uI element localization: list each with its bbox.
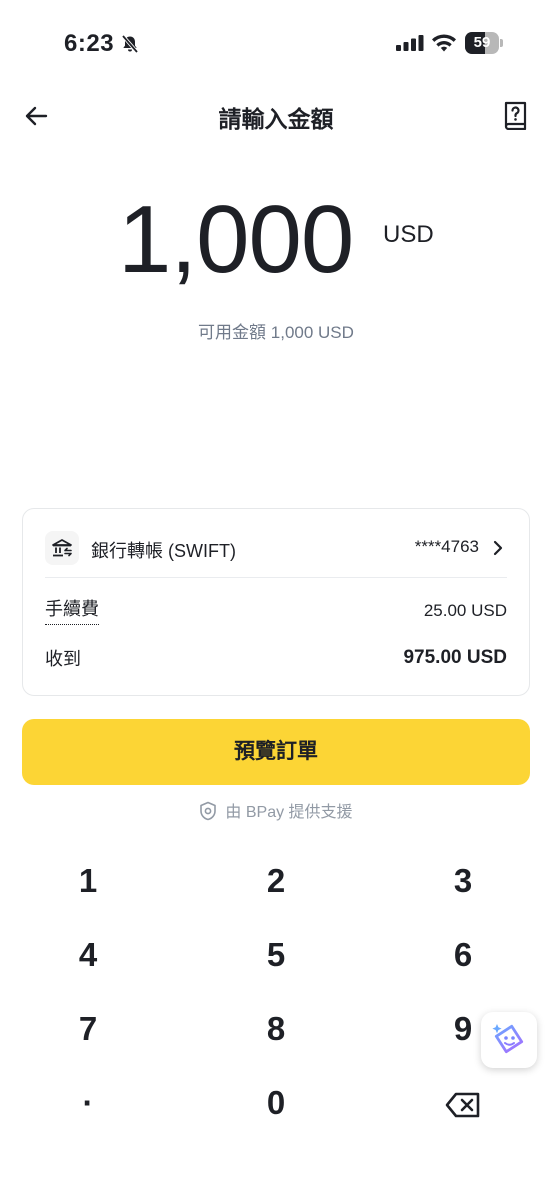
powered-by: 由 BPay 提供支援 bbox=[0, 798, 552, 822]
key-decimal[interactable]: · bbox=[28, 1066, 148, 1140]
bell-off-icon bbox=[121, 34, 139, 54]
bank-icon bbox=[45, 531, 79, 565]
amount-currency: USD bbox=[383, 221, 434, 248]
key-5[interactable]: 5 bbox=[216, 918, 336, 992]
delete-key[interactable] bbox=[403, 1066, 523, 1140]
key-6[interactable]: 6 bbox=[403, 918, 523, 992]
available-balance: 可用金額 1,000 USD bbox=[198, 323, 354, 342]
receive-label: 收到 bbox=[45, 649, 81, 669]
fee-label[interactable]: 手續費 bbox=[45, 595, 99, 625]
ai-assistant-icon bbox=[492, 1024, 524, 1054]
amount-display: 1,000 USD bbox=[0, 190, 552, 300]
divider bbox=[45, 577, 507, 578]
status-time: 6:23 bbox=[64, 30, 115, 57]
preview-order-label: 預覽訂單 bbox=[234, 740, 318, 763]
ai-assistant-button[interactable] bbox=[481, 1012, 537, 1068]
payment-method-label: 銀行轉帳 (SWIFT) bbox=[91, 541, 236, 561]
key-2[interactable]: 2 bbox=[216, 844, 336, 918]
backspace-icon bbox=[445, 1092, 480, 1118]
status-bar: 6:23 59 bbox=[0, 0, 552, 90]
nav-header: 請輸入金額 bbox=[0, 90, 552, 140]
receive-value: 975.00 USD bbox=[403, 647, 507, 668]
key-0[interactable]: 0 bbox=[216, 1066, 336, 1140]
shield-icon bbox=[200, 801, 217, 821]
fee-value: 25.00 USD bbox=[423, 601, 507, 620]
preview-order-button[interactable]: 預覽訂單 bbox=[22, 719, 530, 785]
chevron-right-icon bbox=[493, 540, 503, 556]
payment-summary-card: 銀行轉帳 (SWIFT) ****4763 手續費 25.00 USD 收到 9… bbox=[22, 508, 530, 696]
key-7[interactable]: 7 bbox=[28, 992, 148, 1066]
key-8[interactable]: 8 bbox=[216, 992, 336, 1066]
powered-by-text: 由 BPay 提供支援 bbox=[225, 804, 353, 821]
help-book-icon[interactable] bbox=[500, 100, 530, 130]
wifi-icon bbox=[432, 34, 456, 52]
account-number: ****4763 bbox=[414, 537, 479, 556]
numeric-keypad: 1 2 3 4 5 6 7 8 9 · 0 bbox=[0, 844, 552, 1144]
key-3[interactable]: 3 bbox=[403, 844, 523, 918]
page-title: 請輸入金額 bbox=[218, 106, 334, 132]
payment-method-row[interactable]: 銀行轉帳 (SWIFT) ****4763 bbox=[45, 529, 507, 567]
battery-indicator: 59 bbox=[465, 32, 503, 54]
amount-value: 1,000 bbox=[118, 186, 354, 293]
key-4[interactable]: 4 bbox=[28, 918, 148, 992]
key-1[interactable]: 1 bbox=[28, 844, 148, 918]
signal-icon bbox=[396, 35, 424, 51]
